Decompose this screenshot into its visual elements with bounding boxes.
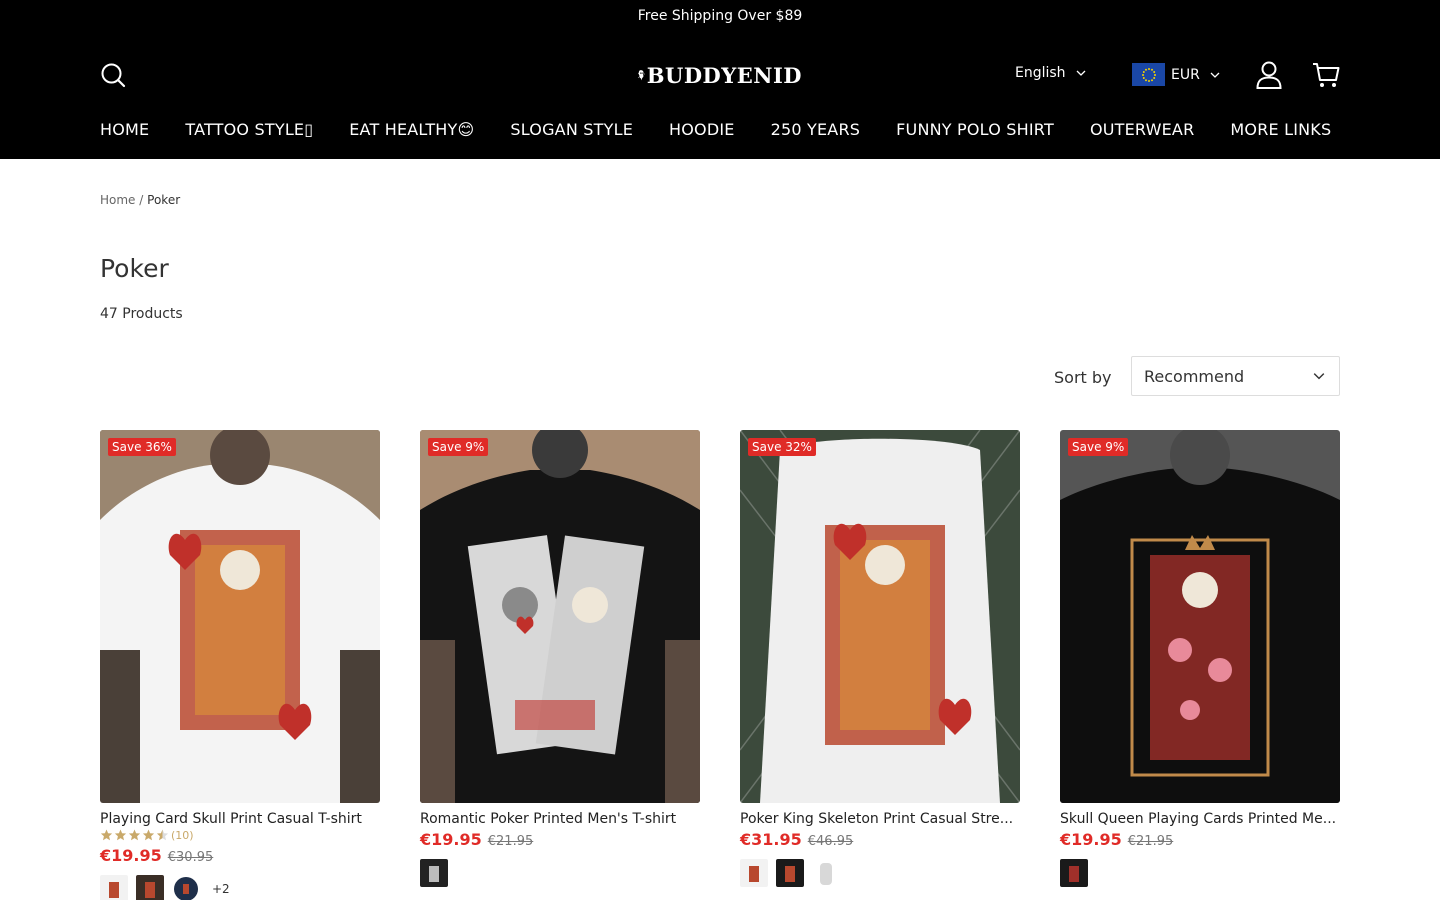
star-icon [142, 829, 155, 841]
nav-item-250-years[interactable]: 250 YEARS [771, 120, 861, 139]
swatch-white[interactable] [100, 875, 128, 900]
discount-badge: Save 36% [108, 438, 176, 456]
product-title[interactable]: Playing Card Skull Print Casual T-shirt [100, 811, 380, 827]
breadcrumb-home[interactable]: Home [100, 193, 135, 207]
product-title[interactable]: Poker King Skeleton Print Casual Stre... [740, 811, 1020, 827]
cart-icon[interactable] [1312, 61, 1340, 89]
color-swatches [420, 859, 700, 887]
search-icon[interactable] [100, 62, 126, 88]
color-swatches [740, 859, 1020, 887]
nav-item-more-links[interactable]: MORE LINKS [1230, 120, 1331, 139]
brand-logo[interactable]: BUDDYENID [638, 52, 802, 98]
rating-stars [100, 829, 169, 841]
breadcrumb: Home / Poker [100, 193, 180, 207]
swatch-navy[interactable] [172, 875, 200, 900]
product-title[interactable]: Romantic Poker Printed Men's T-shirt [420, 811, 700, 827]
swatch-grey[interactable] [812, 859, 840, 887]
breadcrumb-current: Poker [147, 193, 181, 207]
sort-select[interactable]: Recommend [1131, 356, 1340, 396]
swatch-black[interactable] [776, 859, 804, 887]
price-row: €31.95 €46.95 [740, 830, 1020, 849]
swatch-black[interactable] [420, 859, 448, 887]
rating-count: (10) [171, 828, 194, 842]
main-nav: HOME TATTOO STYLE▯ EAT HEALTHY😊 SLOGAN S… [100, 120, 1331, 139]
discount-badge: Save 9% [1068, 438, 1129, 456]
nav-item-eat-healthy[interactable]: EAT HEALTHY😊 [349, 120, 474, 139]
product-image[interactable]: Save 36% [100, 430, 380, 803]
sort-value: Recommend [1144, 366, 1245, 386]
product-image[interactable]: Save 9% [420, 430, 700, 803]
star-icon [100, 829, 113, 841]
swatch-dark[interactable] [136, 875, 164, 900]
sort-label: Sort by [1054, 368, 1112, 387]
discount-badge: Save 9% [428, 438, 489, 456]
page-title: Poker [100, 254, 169, 283]
swatch-black[interactable] [1060, 859, 1088, 887]
nav-item-home[interactable]: HOME [100, 120, 149, 139]
product-image[interactable]: Save 9% [1060, 430, 1340, 803]
nav-item-hoodie[interactable]: HOODIE [669, 120, 735, 139]
language-label: English [1015, 65, 1066, 81]
eu-flag-icon [1132, 63, 1165, 86]
star-icon [114, 829, 127, 841]
chevron-down-icon [1076, 70, 1086, 76]
original-price: €46.95 [807, 834, 854, 849]
user-icon[interactable] [1256, 61, 1282, 89]
swatch-white[interactable] [740, 859, 768, 887]
product-title[interactable]: Skull Queen Playing Cards Printed Me... [1060, 811, 1340, 827]
price-row: €19.95 €30.95 [100, 846, 380, 865]
currency-label: EUR [1171, 66, 1200, 83]
announcement-bar: Free Shipping Over $89 [637, 8, 803, 24]
price-row: €19.95 €21.95 [1060, 830, 1340, 849]
product-count: 47 Products [100, 306, 183, 322]
sale-price: €19.95 [420, 830, 482, 849]
logo-skull-icon [638, 70, 645, 81]
product-rating: (10) [100, 827, 380, 843]
product-card[interactable]: Save 9% Skull Queen Playing Cards Printe… [1060, 430, 1340, 887]
currency-selector[interactable]: EUR [1132, 63, 1220, 86]
original-price: €21.95 [487, 834, 534, 849]
product-image[interactable]: Save 32% [740, 430, 1020, 803]
chevron-down-icon [1313, 373, 1325, 380]
price-row: €19.95 €21.95 [420, 830, 700, 849]
site-header: Free Shipping Over $89 BUDDYENID English [0, 0, 1440, 159]
sale-price: €31.95 [740, 830, 802, 849]
discount-badge: Save 32% [748, 438, 816, 456]
product-card[interactable]: Save 9% Romantic Poker Printed Men's T-s… [420, 430, 700, 887]
chevron-down-icon [1210, 72, 1220, 78]
nav-item-funny-polo-shirt[interactable]: FUNNY POLO SHIRT [896, 120, 1054, 139]
original-price: €21.95 [1127, 834, 1174, 849]
brand-name: BUDDYENID [646, 62, 802, 88]
sale-price: €19.95 [100, 846, 162, 865]
color-swatches: +2 [100, 875, 380, 900]
product-card[interactable]: Save 36% Playing Card Skull Print Casual… [100, 430, 380, 900]
nav-item-outerwear[interactable]: OUTERWEAR [1090, 120, 1194, 139]
language-selector[interactable]: English [1015, 65, 1086, 81]
sale-price: €19.95 [1060, 830, 1122, 849]
half-star-icon [156, 829, 169, 841]
star-icon [128, 829, 141, 841]
nav-item-tattoo-style[interactable]: TATTOO STYLE▯ [185, 120, 313, 139]
product-card[interactable]: Save 32% Poker King Skeleton Print Casua… [740, 430, 1020, 887]
more-swatches[interactable]: +2 [212, 882, 230, 896]
nav-item-slogan-style[interactable]: SLOGAN STYLE [510, 120, 633, 139]
original-price: €30.95 [167, 850, 214, 865]
breadcrumb-separator: / [139, 193, 144, 207]
color-swatches [1060, 859, 1340, 887]
